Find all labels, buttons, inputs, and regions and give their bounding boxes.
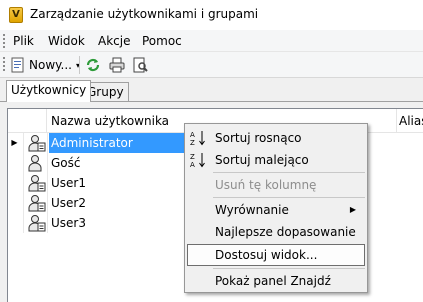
user-icon (28, 175, 46, 192)
menu-plik[interactable]: Plik (13, 34, 34, 48)
menu-item-label: Sortuj malejąco (215, 153, 309, 167)
submenu-arrow-icon: ▶ (349, 205, 356, 214)
user-icon (28, 155, 42, 172)
sort-ascending-icon: A Z (190, 131, 205, 146)
menu-item-customize-view[interactable]: Dostosuj widok... (187, 244, 365, 266)
menu-separator (213, 172, 365, 173)
menu-widok[interactable]: Widok (48, 34, 85, 48)
current-row-indicator-icon: ▶ (11, 138, 18, 147)
title-bar: V Zarządzanie użytkownikami i grupami (0, 0, 423, 30)
svg-text:A: A (190, 131, 195, 139)
menu-item-label: Pokaż panel Znajdź (215, 274, 331, 288)
menu-item-label: Sortuj rosnąco (215, 131, 302, 145)
tab-strip: Użytkownicy Grupy (0, 78, 423, 102)
menu-item-label: Usuń tę kolumnę (215, 178, 317, 192)
new-document-icon (11, 57, 24, 73)
menu-item-show-find-panel[interactable]: Pokaż panel Znajdź (187, 270, 365, 292)
menu-separator (213, 268, 365, 269)
refresh-icon (86, 58, 100, 72)
toolbar: Nowy... ▾ (0, 52, 423, 78)
new-button-label: Nowy... (29, 58, 72, 72)
column-context-menu: A Z Sortuj rosnąco Z A Sortuj malejąco U… (184, 123, 368, 293)
toolbar-separator (79, 56, 80, 74)
printer-icon (109, 57, 125, 73)
menu-item-best-fit[interactable]: Najlepsze dopasowanie (187, 221, 365, 243)
svg-text:Z: Z (190, 153, 195, 161)
user-icon (28, 135, 46, 152)
header-corner (8, 109, 47, 133)
menu-akcje[interactable]: Akcje (98, 34, 130, 48)
column-header-alias[interactable]: Alias (397, 109, 423, 133)
svg-text:Z: Z (190, 139, 195, 146)
menu-item-label: Dostosuj widok... (215, 248, 318, 262)
new-button[interactable]: Nowy... ▾ (10, 55, 80, 75)
menu-item-label: Najlepsze dopasowanie (215, 225, 356, 239)
menubar-grip[interactable] (3, 34, 5, 48)
tab-uzytkownicy[interactable]: Użytkownicy (6, 80, 92, 102)
sort-descending-icon: Z A (190, 153, 205, 168)
menu-item-label: Wyrównanie (215, 203, 289, 217)
svg-text:A: A (190, 161, 195, 168)
menu-separator (213, 197, 365, 198)
print-button[interactable] (108, 56, 126, 74)
window-title: Zarządzanie użytkownikami i grupami (30, 7, 259, 21)
user-icon (28, 195, 46, 212)
menu-item-sort-descending[interactable]: Z A Sortuj malejąco (187, 149, 365, 171)
app-icon: V (9, 7, 23, 23)
user-icon (28, 215, 46, 232)
print-preview-icon (133, 57, 148, 73)
menu-item-alignment[interactable]: Wyrównanie ▶ (187, 199, 365, 221)
menu-item-remove-column: Usuń tę kolumnę (187, 174, 365, 196)
print-preview-button[interactable] (131, 56, 149, 74)
menu-pomoc[interactable]: Pomoc (142, 34, 182, 48)
refresh-button[interactable] (84, 56, 102, 74)
menu-bar: Plik Widok Akcje Pomoc (0, 30, 423, 52)
menu-item-sort-ascending[interactable]: A Z Sortuj rosnąco (187, 127, 365, 149)
toolbar-grip[interactable] (3, 57, 5, 73)
